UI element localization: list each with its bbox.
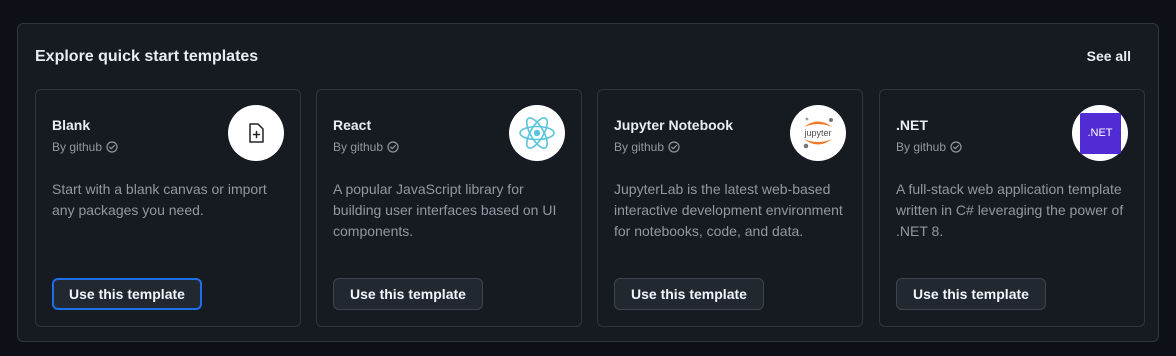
template-author-label: By github	[333, 140, 384, 154]
template-author-label: By github	[52, 140, 103, 154]
template-title: .NET	[896, 117, 928, 133]
template-description: Start with a blank canvas or import any …	[52, 181, 267, 218]
use-template-button-blank[interactable]: Use this template	[52, 278, 202, 310]
template-description: JupyterLab is the latest web-based inter…	[614, 181, 843, 239]
template-title: Blank	[52, 117, 91, 133]
template-author: By github	[614, 140, 680, 154]
template-card-jupyter[interactable]: Jupyter Notebook By github jupyter Jupyt…	[597, 89, 863, 327]
jupyter-logo-icon: jupyter	[790, 105, 846, 161]
verified-check-icon	[106, 141, 118, 153]
see-all-link[interactable]: See all	[1087, 48, 1131, 64]
template-author: By github	[333, 140, 399, 154]
verified-check-icon	[668, 141, 680, 153]
template-author-label: By github	[614, 140, 665, 154]
react-logo-icon	[509, 105, 565, 161]
template-description: A full-stack web application template wr…	[896, 181, 1124, 239]
verified-check-icon	[387, 141, 399, 153]
template-card-blank[interactable]: Blank By github Start with a blank canva…	[35, 89, 301, 327]
template-title: React	[333, 117, 372, 133]
dotnet-logo-box: .NET	[1079, 112, 1121, 154]
use-template-button-react[interactable]: Use this template	[333, 278, 483, 310]
use-template-button-jupyter[interactable]: Use this template	[614, 278, 764, 310]
file-plus-icon	[228, 105, 284, 161]
dotnet-logo-icon: .NET	[1072, 105, 1128, 161]
dotnet-logo-text: .NET	[1087, 127, 1113, 139]
template-author-label: By github	[896, 140, 947, 154]
jupyter-wordmark: jupyter	[803, 128, 831, 138]
verified-check-icon	[950, 141, 962, 153]
template-author: By github	[52, 140, 118, 154]
quick-start-templates-panel: Explore quick start templates See all Bl…	[17, 23, 1159, 342]
use-template-button-dotnet[interactable]: Use this template	[896, 278, 1046, 310]
section-title: Explore quick start templates	[35, 48, 259, 65]
template-title: Jupyter Notebook	[614, 117, 734, 133]
template-description: A popular JavaScript library for buildin…	[333, 181, 557, 239]
template-author: By github	[896, 140, 962, 154]
template-card-react[interactable]: React By github A popular JavaScript lib…	[316, 89, 582, 327]
template-card-dotnet[interactable]: .NET By github .NET A full-stack web app…	[879, 89, 1145, 327]
